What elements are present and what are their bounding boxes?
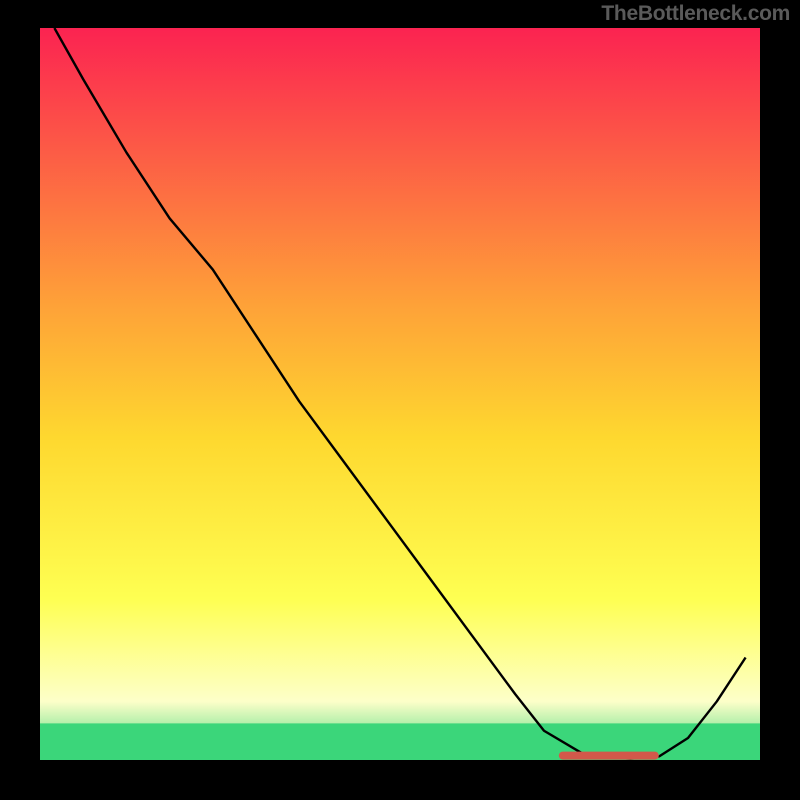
chart-frame: TheBottleneck.com — [0, 0, 800, 800]
optimal-point-marker — [559, 752, 659, 760]
chart-svg — [40, 28, 760, 760]
plot-area — [40, 28, 760, 760]
gradient-background — [40, 28, 760, 760]
watermark-text: TheBottleneck.com — [601, 2, 790, 26]
